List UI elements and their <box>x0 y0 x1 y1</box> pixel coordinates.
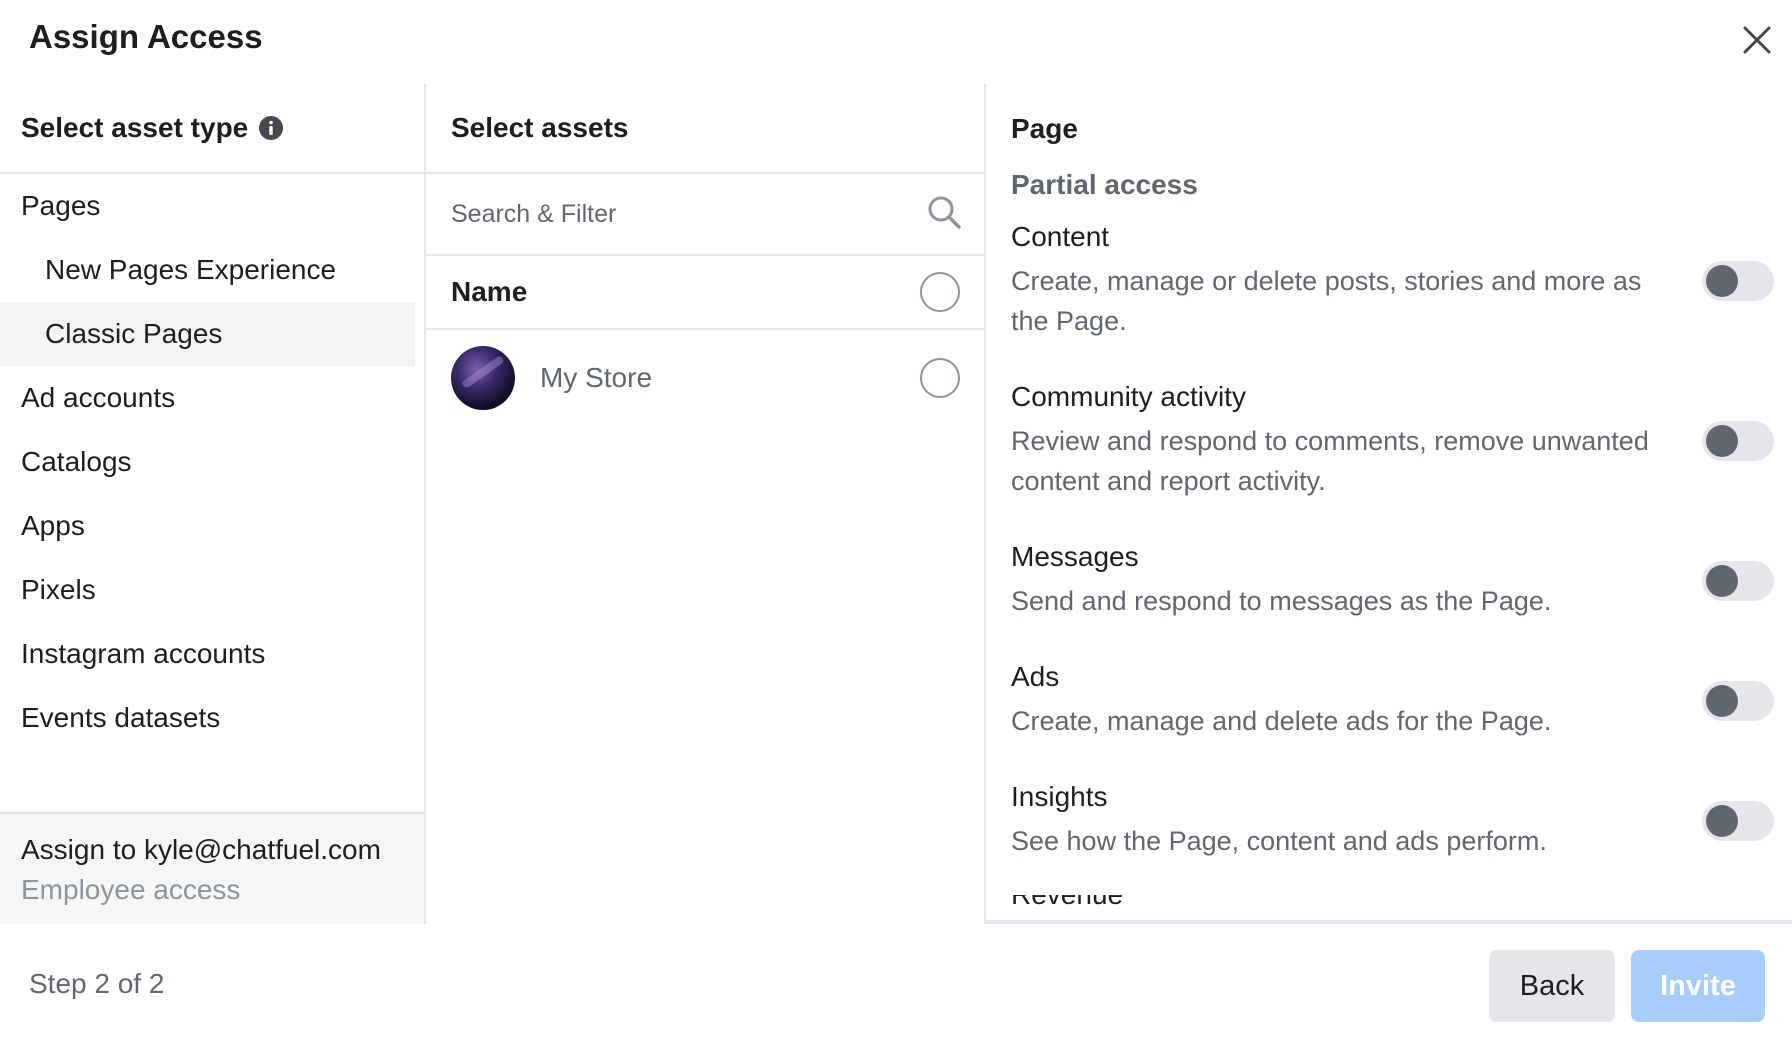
step-indicator: Step 2 of 2 <box>29 968 165 999</box>
permission-description: Create, manage and delete ads for the Pa… <box>1011 706 1552 736</box>
search-icon[interactable] <box>926 194 962 235</box>
back-button[interactable]: Back <box>1489 950 1615 1022</box>
content-toggle[interactable] <box>1702 261 1774 301</box>
search-input[interactable] <box>451 199 891 229</box>
asset-type-ad-accounts[interactable]: Ad accounts <box>0 366 424 430</box>
permission-description: See how the Page, content and ads perfor… <box>1011 826 1547 856</box>
asset-name: My Store <box>540 362 653 393</box>
permission-community-activity: Community activity Review and respond to… <box>986 381 1792 501</box>
permissions-panel: Page Partial access Content Create, mana… <box>986 84 1792 924</box>
permission-revenue-partial: Revenue <box>986 895 1792 909</box>
insights-toggle[interactable] <box>1702 801 1774 841</box>
permission-insights: Insights See how the Page, content and a… <box>986 781 1792 861</box>
asset-row[interactable]: My Store <box>426 330 984 426</box>
close-button[interactable] <box>1732 15 1782 65</box>
asset-type-heading-text: Select asset type <box>21 112 249 143</box>
info-icon[interactable] <box>258 115 284 141</box>
asset-type-new-pages-experience[interactable]: New Pages Experience <box>0 238 424 302</box>
asset-type-events-datasets[interactable]: Events datasets <box>0 686 424 750</box>
permission-title: Insights <box>1011 781 1108 812</box>
assign-to-text: Assign to kyle@chatfuel.com <box>21 834 381 865</box>
invite-button[interactable]: Invite <box>1631 950 1765 1022</box>
select-all-radio[interactable] <box>920 272 960 312</box>
permission-title: Ads <box>1011 661 1060 692</box>
asset-type-apps[interactable]: Apps <box>0 494 424 558</box>
asset-select-radio[interactable] <box>920 358 960 398</box>
permission-description: Send and respond to messages as the Page… <box>1011 586 1552 616</box>
assets-heading: Select assets <box>426 84 984 174</box>
asset-avatar <box>451 346 515 410</box>
permission-messages: Messages Send and respond to messages as… <box>986 541 1792 621</box>
permission-description: Review and respond to comments, remove u… <box>1011 426 1649 496</box>
permission-title: Revenue <box>1011 895 1792 909</box>
asset-type-panel: Select asset type Pages New Pages Experi… <box>0 84 426 924</box>
permission-title: Content <box>1011 221 1110 252</box>
asset-type-classic-pages[interactable]: Classic Pages <box>0 302 415 366</box>
asset-type-pixels[interactable]: Pixels <box>0 558 424 622</box>
ads-toggle[interactable] <box>1702 681 1774 721</box>
permission-content: Content Create, manage or delete posts, … <box>986 221 1792 341</box>
search-row <box>426 174 984 256</box>
name-header-row: Name <box>426 256 984 330</box>
dialog-title: Assign Access <box>29 18 263 55</box>
permission-ads: Ads Create, manage and delete ads for th… <box>986 661 1792 741</box>
close-icon <box>1743 26 1771 54</box>
permission-title: Community activity <box>1011 381 1246 412</box>
dialog-header: Assign Access <box>0 0 1792 84</box>
permissions-heading: Page <box>1011 113 1078 144</box>
dialog-footer: Step 2 of 2 Back Invite <box>0 924 1792 1041</box>
asset-row-info: My Store <box>451 346 652 410</box>
assign-role-text: Employee access <box>21 874 241 905</box>
community-activity-toggle[interactable] <box>1702 421 1774 461</box>
access-level-label: Partial access <box>1011 169 1198 200</box>
messages-toggle[interactable] <box>1702 561 1774 601</box>
permission-title: Messages <box>1011 541 1139 572</box>
asset-type-instagram-accounts[interactable]: Instagram accounts <box>0 622 424 686</box>
name-column-header: Name <box>451 276 528 307</box>
assets-panel: Select assets Name My Store <box>426 84 986 924</box>
assign-summary: Assign to kyle@chatfuel.com Employee acc… <box>0 812 424 924</box>
asset-type-list: Pages New Pages Experience Classic Pages… <box>0 174 424 750</box>
asset-type-heading: Select asset type <box>0 84 424 174</box>
asset-type-pages[interactable]: Pages <box>0 174 424 238</box>
asset-type-catalogs[interactable]: Catalogs <box>0 430 424 494</box>
permission-description: Create, manage or delete posts, stories … <box>1011 266 1642 336</box>
